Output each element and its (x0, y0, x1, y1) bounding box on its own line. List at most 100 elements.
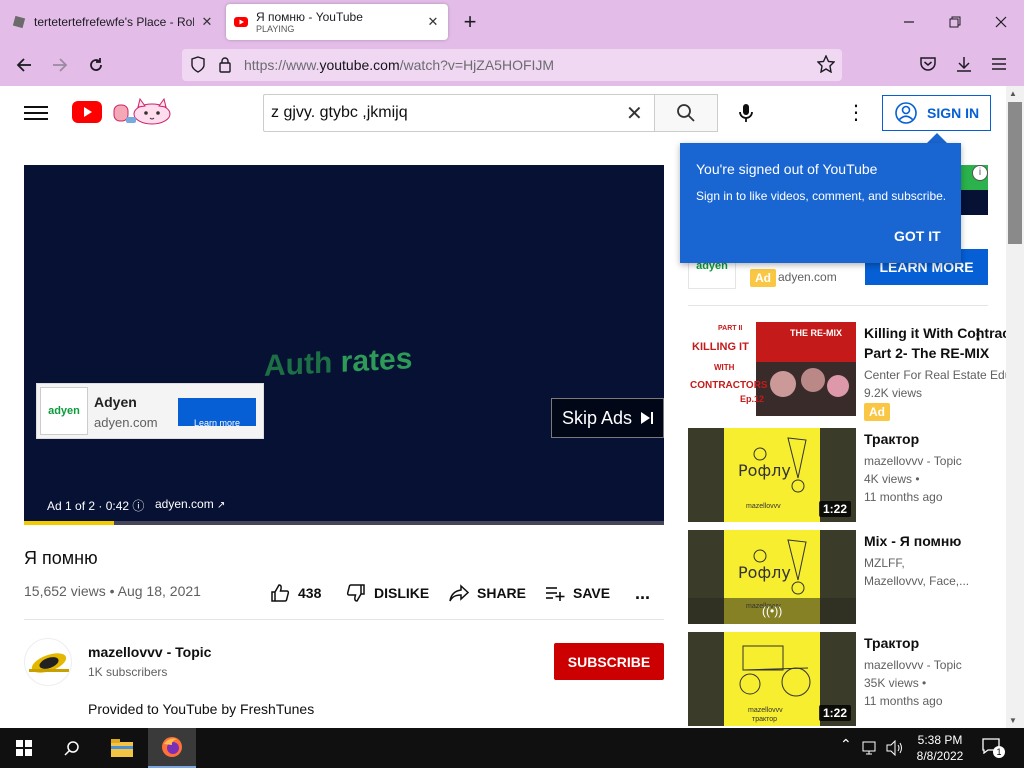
clear-search-icon[interactable]: ✕ (626, 101, 643, 126)
channel-avatar[interactable] (24, 638, 72, 686)
scroll-up-icon[interactable]: ▲ (1009, 89, 1017, 98)
notifications-button[interactable]: 1 (982, 738, 1005, 758)
restore-button[interactable] (932, 0, 978, 44)
related-title[interactable]: Трактор (864, 431, 919, 447)
notification-count-badge: 1 (993, 746, 1005, 758)
ad-learn-more-button[interactable]: Learn more (178, 398, 256, 426)
got-it-button[interactable]: GOT IT (894, 228, 941, 244)
duration-badge: 1:22 (819, 705, 852, 721)
clock-date: 8/8/2022 (916, 749, 964, 763)
network-icon[interactable] (862, 740, 880, 756)
pocket-icon[interactable] (919, 55, 937, 73)
like-count: 438 (298, 585, 322, 601)
related-views: 35K views • (864, 676, 927, 690)
related-views: 9.2K views (864, 386, 923, 400)
volume-icon[interactable] (886, 740, 904, 756)
tab-playing-label: PLAYING (256, 24, 295, 34)
browser-tab-youtube[interactable]: Я помню - YouTube PLAYING ✕ (226, 4, 448, 40)
related-title-line2[interactable]: Part 2- The RE-MIX (864, 345, 989, 361)
downloads-icon[interactable] (955, 55, 973, 73)
like-button[interactable]: 438 (270, 580, 321, 606)
related-channel: Center For Real Estate Edu (864, 368, 1012, 382)
related-title[interactable]: Трактор (864, 635, 919, 651)
related-views: 4K views • (864, 472, 920, 486)
hamburger-menu-icon[interactable] (24, 102, 48, 122)
firefox-taskbar-button[interactable] (148, 728, 196, 768)
shield-icon[interactable] (190, 56, 206, 74)
settings-kebab-icon[interactable]: ⋮ (846, 103, 866, 123)
reload-button[interactable] (82, 51, 110, 79)
ad-info-icon[interactable]: i (972, 165, 988, 181)
scroll-down-icon[interactable]: ▼ (1009, 716, 1017, 725)
video-description: Provided to YouTube by FreshTunes (88, 701, 315, 717)
close-tab-icon[interactable]: ✕ (426, 14, 440, 30)
mix-radio-icon: ((•)) (762, 604, 783, 618)
ad-counter-text: Ad 1 of 2 · 0:42 ⓘ (47, 499, 145, 513)
clock-time: 5:38 PM (917, 733, 963, 747)
video-progress-bar[interactable] (24, 521, 664, 525)
url-text[interactable]: https://www.youtube.com/watch?v=HjZA5HOF… (244, 57, 554, 73)
close-tab-icon[interactable]: ✕ (200, 14, 214, 30)
browser-tab-roblox[interactable]: tertetertefrefewfe's Place - Robl ✕ (4, 4, 222, 40)
related-more-icon[interactable]: ⋮ (970, 325, 986, 345)
svg-text:Рофлу: Рофлу (738, 461, 791, 480)
tab-title: tertetertefrefewfe's Place - Robl (34, 15, 194, 29)
related-title[interactable]: Mix - Я помню (864, 533, 961, 549)
related-age: 11 months ago (864, 490, 943, 504)
duration-badge: 1:22 (819, 501, 852, 517)
related-channel: mazellovvv - Topic (864, 454, 962, 468)
skip-next-icon (641, 412, 654, 424)
forward-arrow-icon (53, 58, 68, 72)
restore-icon (949, 16, 961, 28)
related-thumbnail[interactable]: PART II KILLING IT WITH CONTRACTORS Ep.1… (688, 322, 856, 416)
back-arrow-icon (16, 58, 31, 72)
subscribe-button[interactable]: SUBSCRIBE (554, 643, 664, 680)
skip-ads-button[interactable]: Skip Ads (551, 398, 664, 438)
share-button[interactable]: SHARE (449, 580, 526, 606)
svg-text:KILLING IT: KILLING IT (692, 341, 749, 353)
side-ad-domain: adyen.com (778, 270, 837, 284)
ad-domain-link[interactable]: adyen.com ↗ (155, 497, 225, 511)
taskbar-clock[interactable]: 5:38 PM 8/8/2022 (912, 732, 968, 764)
more-actions-icon[interactable]: ... (635, 580, 650, 606)
new-tab-button[interactable]: + (456, 8, 484, 36)
channel-avatar-image (29, 653, 69, 673)
svg-text:WITH: WITH (714, 363, 735, 372)
channel-name[interactable]: mazellovvv - Topic (88, 644, 211, 660)
back-button[interactable] (10, 51, 38, 79)
cat-doodle-logo-icon[interactable] (112, 97, 174, 125)
minimize-icon (904, 21, 914, 23)
info-icon[interactable]: ⓘ (132, 499, 144, 513)
dislike-button[interactable]: DISLIKE (346, 580, 429, 606)
minimize-button[interactable] (886, 0, 932, 44)
bookmark-star-icon[interactable] (817, 55, 835, 73)
youtube-logo-icon[interactable] (72, 101, 102, 123)
reload-icon (90, 58, 102, 71)
sign-in-button[interactable]: SIGN IN (882, 95, 991, 131)
thumbs-down-icon (346, 584, 365, 602)
related-channel: mazellovvv - Topic (864, 658, 962, 672)
account-icon (895, 102, 917, 124)
search-button[interactable] (654, 94, 718, 132)
related-title[interactable]: Killing it With Contracto (864, 325, 1023, 341)
forward-button[interactable] (46, 51, 74, 79)
thumbs-up-icon (271, 584, 290, 602)
video-meta: 15,652 views • Aug 18, 2021 (24, 583, 201, 599)
related-channel: MZLFF, (864, 556, 905, 570)
scrollbar-thumb[interactable] (1008, 102, 1022, 244)
divider (24, 619, 664, 620)
microphone-icon[interactable] (734, 101, 758, 125)
save-button[interactable]: SAVE (545, 580, 610, 606)
search-input[interactable]: z gjvy. gtybc ,jkmijq (271, 104, 408, 122)
start-button[interactable] (0, 728, 48, 768)
show-hidden-icons-icon[interactable]: ⌃ (840, 736, 852, 753)
subscriber-count: 1K subscribers (88, 665, 168, 679)
file-explorer-button[interactable] (98, 728, 146, 768)
folder-icon (111, 739, 133, 757)
lock-icon[interactable] (218, 56, 232, 74)
taskbar-search-button[interactable] (48, 728, 96, 768)
app-menu-icon[interactable] (991, 56, 1007, 72)
close-window-button[interactable] (978, 0, 1024, 44)
svg-text:mazellovvv: mazellovvv (748, 707, 783, 714)
svg-text:mazellovvv: mazellovvv (746, 503, 781, 510)
